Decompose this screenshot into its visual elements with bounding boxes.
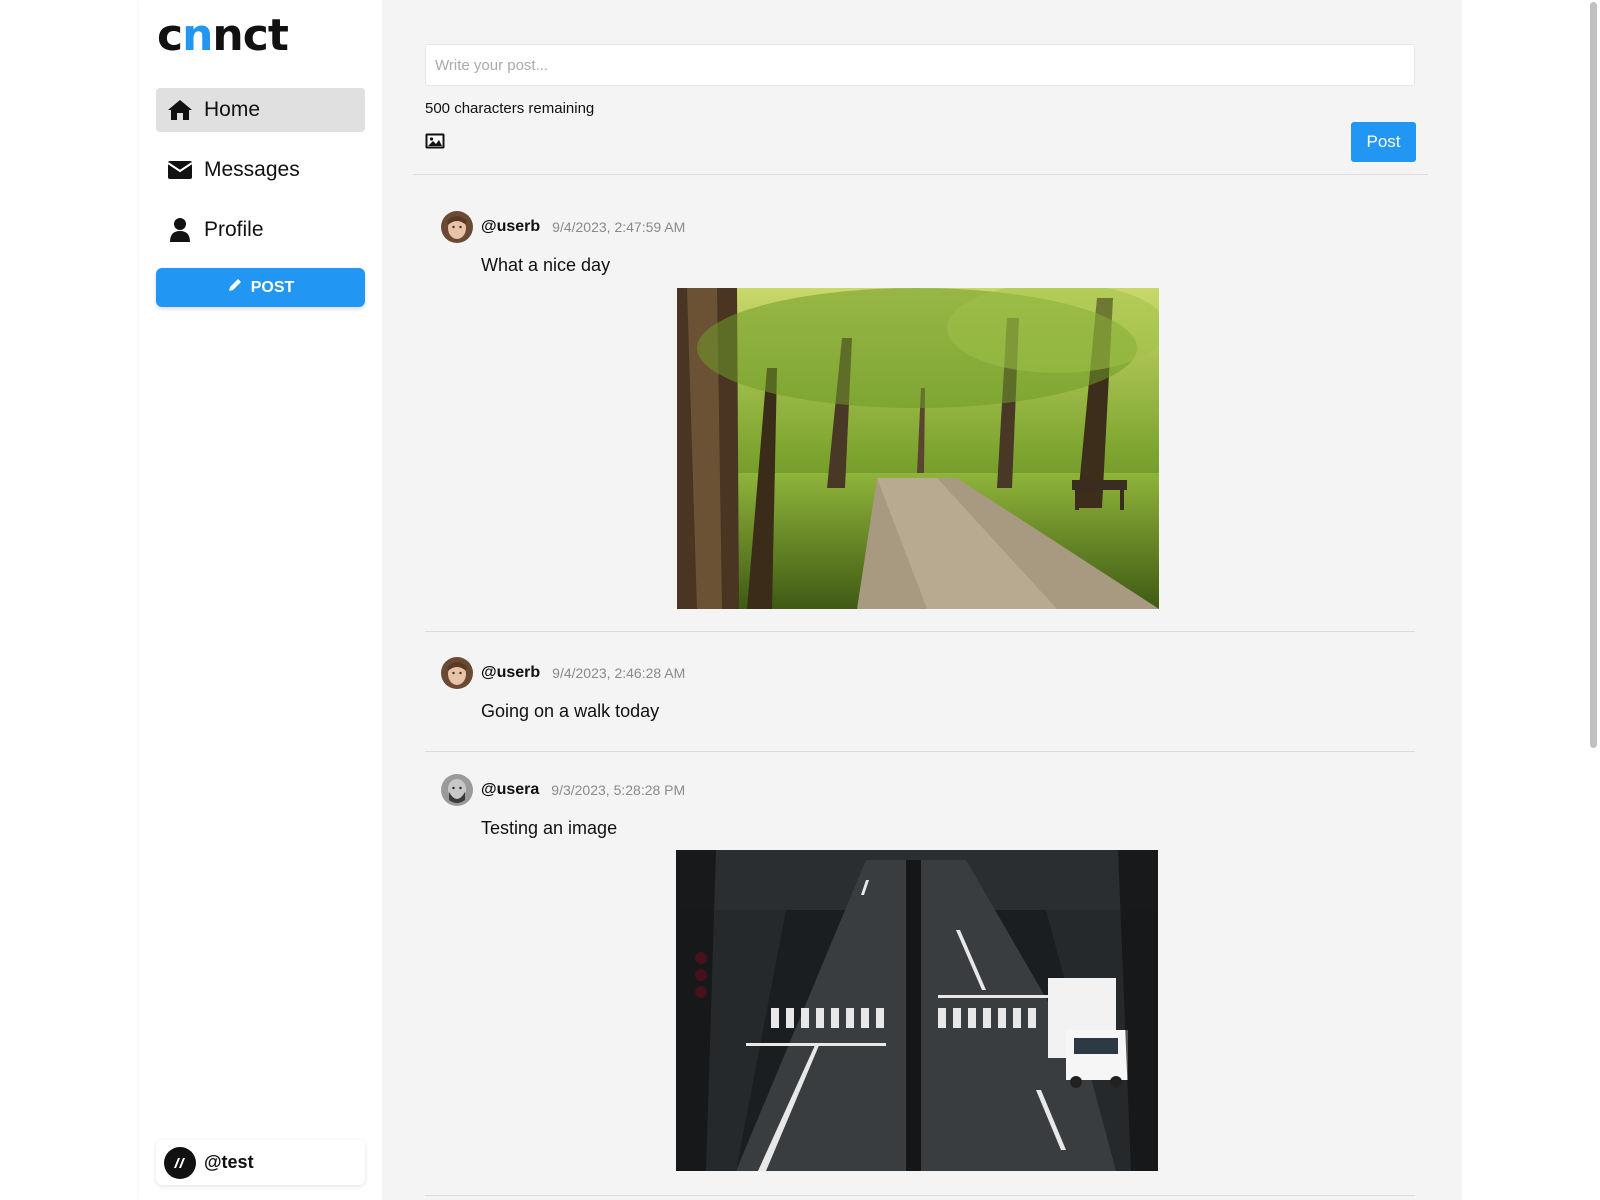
post-image[interactable] (676, 850, 1158, 1171)
sidebar-item-profile[interactable]: Profile (156, 208, 365, 252)
avatar (164, 1146, 196, 1179)
post-input[interactable] (425, 44, 1415, 86)
sidebar-item-label: Profile (204, 218, 264, 241)
post-timestamp: 9/4/2023, 2:47:59 AM (552, 219, 686, 235)
avatar[interactable] (441, 211, 473, 243)
post-timestamp: 9/4/2023, 2:46:28 AM (552, 665, 686, 681)
char-counter: 500 characters remaining (425, 100, 595, 117)
submit-post-button[interactable]: Post (1351, 122, 1416, 162)
pencil-icon (227, 277, 243, 298)
page-scrollbar[interactable] (1588, 0, 1600, 1200)
post-timestamp: 9/3/2023, 5:28:28 PM (551, 782, 686, 798)
image-upload-icon[interactable] (425, 133, 445, 154)
app-root: cnnct Home Messages Profile POST @test W… (0, 0, 1600, 1200)
sidebar: cnnct Home Messages Profile POST @test (139, 0, 382, 1200)
scrollbar-thumb[interactable] (1590, 2, 1597, 748)
post-username[interactable]: @userb (481, 218, 540, 236)
avatar[interactable] (441, 774, 473, 806)
user-icon (156, 217, 204, 243)
post-username[interactable]: @usera (481, 781, 539, 799)
divider (413, 174, 1428, 175)
post-item: @usera 9/3/2023, 5:28:28 PM Testing an i… (425, 773, 1415, 1196)
logo-text-accent: n (182, 10, 213, 61)
sidebar-item-messages[interactable]: Messages (156, 148, 365, 192)
feed: 500 characters remaining Post @userb 9/4… (382, 0, 1462, 1200)
envelope-icon (156, 160, 204, 180)
sidebar-item-label: Messages (204, 158, 300, 181)
post-image[interactable] (677, 288, 1159, 609)
post-header: @userb 9/4/2023, 2:47:59 AM (441, 210, 685, 244)
post-item: @userb 9/4/2023, 2:46:28 AM Going on a w… (425, 656, 1415, 752)
logo-text-suffix: nct (212, 10, 288, 61)
post-text: Going on a walk today (481, 701, 660, 721)
current-user-name: @test (204, 1152, 254, 1172)
avatar[interactable] (441, 657, 473, 689)
new-post-button-label: POST (250, 278, 295, 296)
home-icon (156, 99, 204, 121)
post-item: @userb 9/4/2023, 2:47:59 AM What a nice … (425, 210, 1415, 632)
app-logo[interactable]: cnnct (157, 10, 289, 61)
current-user-chip[interactable]: @test (156, 1140, 365, 1185)
sidebar-item-label: Home (204, 98, 261, 121)
post-text: Testing an image (481, 818, 618, 838)
post-header: @userb 9/4/2023, 2:46:28 AM (441, 656, 685, 690)
new-post-button[interactable]: POST (156, 268, 365, 307)
post-username[interactable]: @userb (481, 664, 540, 682)
sidebar-item-home[interactable]: Home (156, 88, 365, 132)
post-text: What a nice day (481, 255, 611, 275)
post-header: @usera 9/3/2023, 5:28:28 PM (441, 773, 685, 807)
logo-text-prefix: c (157, 10, 183, 61)
